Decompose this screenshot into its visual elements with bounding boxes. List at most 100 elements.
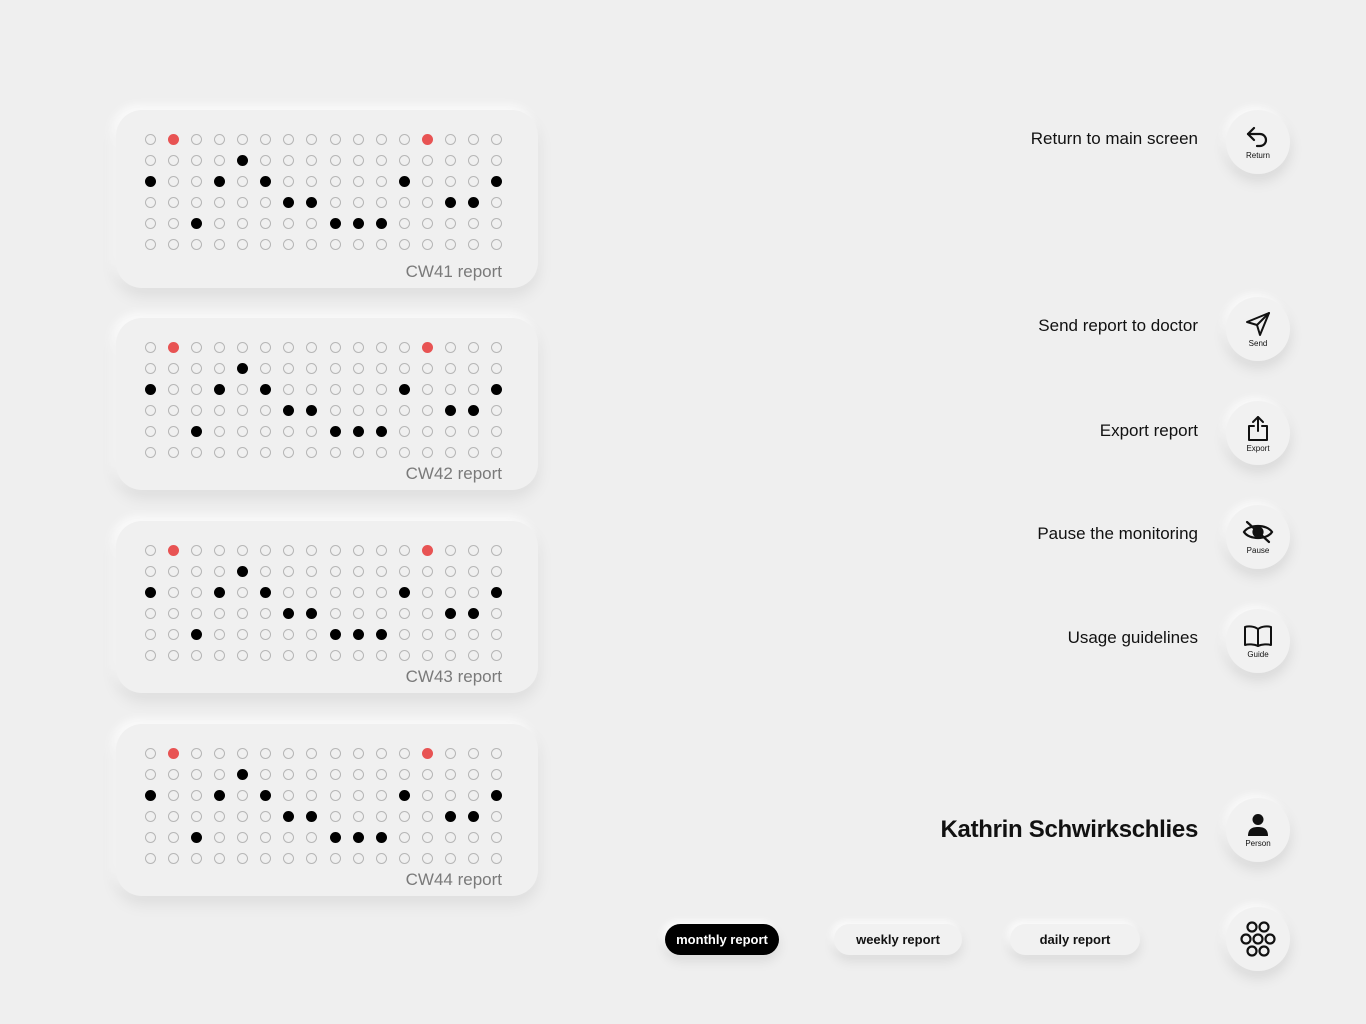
dot-empty (421, 239, 433, 250)
dot-filled (306, 197, 318, 208)
dot-empty (145, 426, 156, 437)
dot-empty (214, 134, 226, 145)
dot-empty (329, 447, 341, 458)
dot-empty (421, 363, 433, 374)
dot-empty (283, 587, 295, 598)
dot-empty (260, 811, 272, 822)
dot-empty (168, 405, 180, 416)
dot-empty (352, 790, 364, 801)
dot-empty (444, 587, 456, 598)
dot-empty (237, 545, 249, 556)
dot-filled (237, 155, 249, 166)
tab-monthly-report[interactable]: monthly report (665, 924, 779, 955)
dot-empty (491, 447, 503, 458)
person-name: Kathrin Schwirkschlies (940, 816, 1199, 843)
dot-empty (444, 629, 456, 640)
dot-empty (398, 769, 410, 780)
report-card-cw43[interactable]: CW43 report (116, 521, 538, 693)
dot-empty (283, 342, 295, 353)
dot-empty (329, 342, 341, 353)
dot-empty (444, 790, 456, 801)
dot-filled (444, 811, 456, 822)
export-button[interactable]: Export (1226, 401, 1290, 465)
dot-empty (375, 197, 387, 208)
dot-empty (375, 811, 387, 822)
dot-empty (398, 134, 410, 145)
dot-empty (352, 363, 364, 374)
dot-highlight (421, 545, 433, 556)
dot-empty (352, 405, 364, 416)
dot-empty (168, 853, 180, 864)
dot-empty (352, 769, 364, 780)
dot-empty (444, 239, 456, 250)
dot-empty (260, 650, 272, 661)
dot-empty (467, 832, 479, 843)
dot-empty (168, 608, 180, 619)
dot-empty (491, 608, 503, 619)
dot-empty (306, 426, 318, 437)
report-card-cw41[interactable]: CW41 report (116, 110, 538, 288)
dot-filled (283, 811, 295, 822)
dot-filled (283, 197, 295, 208)
dot-empty (375, 608, 387, 619)
dot-empty (283, 218, 295, 229)
dot-empty (329, 545, 341, 556)
dot-empty (237, 853, 249, 864)
dot-empty (260, 545, 272, 556)
dot-empty (444, 218, 456, 229)
dot-empty (352, 134, 364, 145)
dot-filled (329, 629, 341, 640)
dot-empty (283, 790, 295, 801)
tab-daily-report[interactable]: daily report (1010, 924, 1140, 955)
tab-weekly-report[interactable]: weekly report (834, 924, 962, 955)
dot-highlight (168, 342, 180, 353)
dot-empty (375, 650, 387, 661)
dot-empty (352, 197, 364, 208)
dot-filled (306, 608, 318, 619)
dot-empty (283, 650, 295, 661)
dot-empty (491, 566, 503, 577)
menu-button[interactable] (1226, 907, 1290, 971)
dot-empty (421, 832, 433, 843)
paper-plane-icon (1246, 311, 1270, 336)
report-card-cw42[interactable]: CW42 report (116, 318, 538, 490)
dot-empty (237, 384, 249, 395)
dot-filled (444, 197, 456, 208)
dot-empty (444, 384, 456, 395)
dot-empty (237, 811, 249, 822)
dot-empty (491, 811, 503, 822)
person-button[interactable]: Person (1226, 798, 1290, 862)
dot-filled (444, 405, 456, 416)
dot-empty (467, 239, 479, 250)
return-button[interactable]: Return (1226, 110, 1290, 174)
dot-empty (306, 155, 318, 166)
dot-empty (306, 853, 318, 864)
dot-empty (491, 134, 503, 145)
dot-empty (421, 853, 433, 864)
dot-empty (260, 566, 272, 577)
dot-empty (467, 447, 479, 458)
dot-empty (375, 545, 387, 556)
dot-empty (168, 447, 180, 458)
dot-empty (375, 769, 387, 780)
guide-button[interactable]: Guide (1226, 609, 1290, 673)
dot-empty (306, 650, 318, 661)
dot-filled (237, 363, 249, 374)
dot-empty (214, 608, 226, 619)
dot-empty (214, 405, 226, 416)
report-card-cw44[interactable]: CW44 report (116, 724, 538, 896)
pause-button[interactable]: Pause (1226, 505, 1290, 569)
dot-empty (283, 769, 295, 780)
dot-empty (191, 769, 203, 780)
dot-empty (260, 426, 272, 437)
dot-empty (491, 545, 503, 556)
dot-empty (329, 134, 341, 145)
dot-empty (145, 545, 156, 556)
dot-empty (237, 629, 249, 640)
dot-empty (421, 218, 433, 229)
dot-empty (214, 447, 226, 458)
dot-empty (352, 811, 364, 822)
guide-label: Usage guidelines (1067, 628, 1198, 647)
send-button[interactable]: Send (1226, 297, 1290, 361)
dot-empty (168, 650, 180, 661)
